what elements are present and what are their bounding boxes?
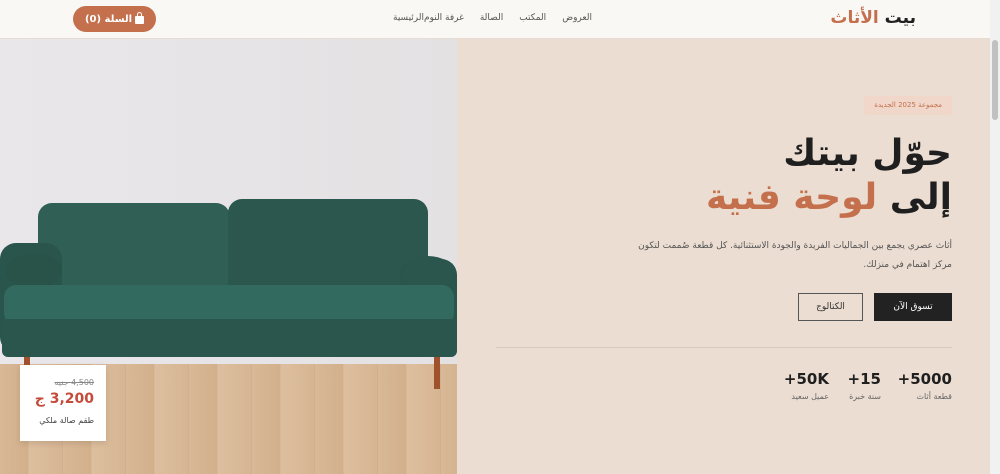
site-header: بيت الأثاث الرئيسية غرفة النوم الصالة ال…: [0, 0, 990, 39]
logo[interactable]: بيت الأثاث: [830, 8, 916, 28]
hero-image: 4,500 جنيه 3,200 ج طقم صالة ملكي: [0, 39, 457, 474]
stat-value: 50K+: [783, 370, 829, 388]
logo-main: بيت: [884, 8, 916, 28]
old-price: 4,500 جنيه: [54, 378, 94, 387]
stat-customers: 50K+ عميل سعيد: [784, 370, 829, 401]
product-name: طقم صالة ملكي: [39, 416, 94, 425]
product-price-card[interactable]: 4,500 جنيه 3,200 ج طقم صالة ملكي: [20, 365, 106, 441]
stat-value: 15+: [847, 370, 881, 388]
logo-accent: الأثاث: [830, 8, 879, 28]
hero-title-accent: لوحة فنية: [705, 177, 878, 218]
stat-furniture: 5000+ قطعة أثاث: [898, 370, 952, 401]
hero-title-prefix: إلى: [889, 177, 952, 218]
shop-now-button[interactable]: تسوق الآن: [874, 293, 952, 321]
divider: [496, 347, 952, 348]
page: بيت الأثاث الرئيسية غرفة النوم الصالة ال…: [0, 0, 990, 474]
hero-title-line1: حوّل بيتك: [783, 133, 952, 174]
cart-label: السلة (0): [84, 13, 133, 25]
stat-label: سنة خبرة: [849, 392, 881, 401]
catalog-button[interactable]: الكتالوج: [798, 293, 863, 321]
nav-bedroom[interactable]: غرفة النوم: [424, 13, 464, 23]
hero-title: حوّل بيتك إلى لوحة فنية: [706, 132, 952, 220]
hero-description: أثاث عصري يجمع بين الجماليات الفريدة وال…: [638, 241, 952, 270]
stat-label: قطعة أثاث: [916, 392, 953, 401]
stat-value: 5000+: [897, 370, 952, 388]
stat-experience: 15+ سنة خبرة: [848, 370, 881, 401]
nav-living[interactable]: الصالة: [480, 13, 503, 23]
collection-badge: مجموعة 2025 الجديدة: [864, 96, 952, 115]
cart-button[interactable]: السلة (0): [73, 6, 156, 32]
shopping-bag-icon: [135, 12, 145, 24]
hero-title-line2: إلى لوحة فنية: [706, 176, 952, 220]
nav-home[interactable]: الرئيسية: [393, 13, 424, 23]
nav-office[interactable]: المكتب: [519, 13, 546, 23]
scrollbar-thumb[interactable]: [992, 40, 998, 120]
main-nav: الرئيسية غرفة النوم الصالة المكتب العروض: [393, 13, 608, 23]
stat-label: عميل سعيد: [791, 392, 829, 401]
new-price: 3,200 ج: [34, 391, 94, 407]
nav-offers[interactable]: العروض: [562, 13, 592, 23]
